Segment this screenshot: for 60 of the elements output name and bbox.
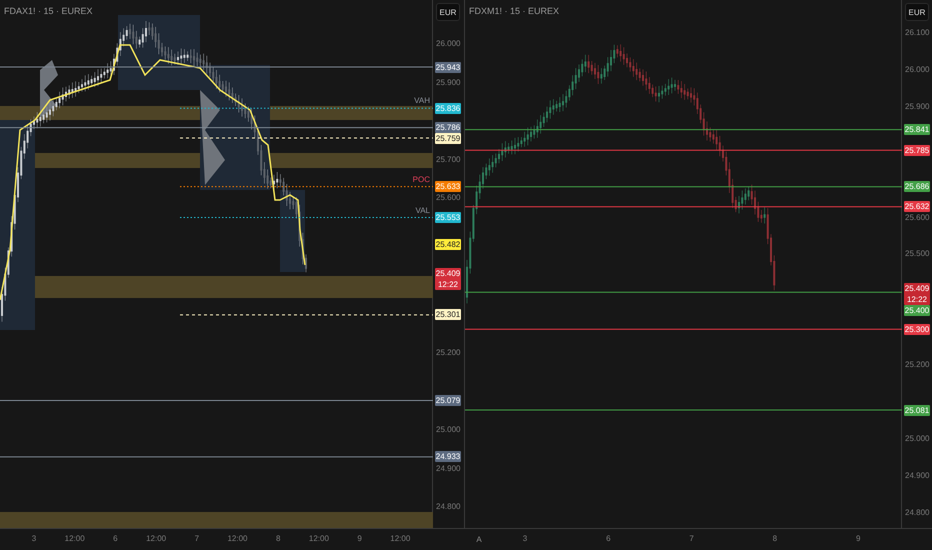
price-tag: 25.841 xyxy=(904,124,930,136)
time-tick: 12:00 xyxy=(145,534,168,543)
chart-title: FDAX1! · 15 · EUREX xyxy=(4,6,93,16)
price-tag: 25.633 xyxy=(435,181,461,192)
price-tick: 25.000 xyxy=(436,425,460,434)
price-tag: 25.482 xyxy=(435,239,461,250)
time-tick: 12:00 xyxy=(64,534,86,543)
time-tick: 7 xyxy=(688,534,695,543)
price-tick: 25.900 xyxy=(436,78,460,87)
price-tick: 26.000 xyxy=(905,64,930,74)
price-tick: 25.000 xyxy=(905,434,930,443)
price-tick: 25.900 xyxy=(905,102,930,111)
price-tag: 25.759 xyxy=(435,133,461,144)
price-tag: 25.409 12:22 xyxy=(435,268,461,290)
price-tag: 25.079 xyxy=(435,395,461,406)
price-tag: 25.943 xyxy=(435,62,461,72)
price-tick: 25.200 xyxy=(905,360,930,370)
level-label: VAH xyxy=(414,96,430,106)
currency-button[interactable]: EUR xyxy=(905,3,929,21)
time-tick: 12:00 xyxy=(308,534,330,543)
time-tick: 8 xyxy=(274,534,282,543)
price-tick: 24.800 xyxy=(436,502,460,512)
time-tick: 12:00 xyxy=(389,534,412,543)
level-label: POC xyxy=(412,174,430,184)
price-tick: 25.600 xyxy=(436,193,460,202)
chart-title: FDXM1! · 15 · EUREX xyxy=(469,6,560,16)
time-tick: 3 xyxy=(522,534,528,543)
price-tag: 25.081 xyxy=(904,404,930,416)
price-tick: 26.000 xyxy=(436,39,460,48)
time-tick: 6 xyxy=(605,534,612,543)
level-label: VAL xyxy=(415,206,430,215)
price-tick: 25.500 xyxy=(905,249,930,258)
time-tick: 9 xyxy=(356,534,363,543)
price-tick: 24.900 xyxy=(905,470,930,480)
price-tick: 24.800 xyxy=(905,508,930,517)
price-tag: 24.933 xyxy=(435,451,461,462)
time-tick: 8 xyxy=(772,534,778,543)
time-tick: 7 xyxy=(194,534,200,543)
price-tag: 25.400 xyxy=(904,305,930,316)
price-tag: 25.632 xyxy=(904,201,930,212)
currency-button[interactable]: EUR xyxy=(436,3,460,21)
price-tick: 25.200 xyxy=(436,348,460,357)
auto-scale-button[interactable]: A xyxy=(465,529,493,550)
price-tick: 24.900 xyxy=(436,464,460,473)
price-tag: 25.786 xyxy=(435,122,461,134)
price-tick: 26.100 xyxy=(905,28,930,37)
price-tick: 25.600 xyxy=(905,212,930,222)
price-tag: 25.300 xyxy=(904,324,930,335)
price-tag: 25.836 xyxy=(435,102,461,114)
time-tick: 9 xyxy=(854,534,862,543)
time-tick: 3 xyxy=(30,534,38,543)
price-tag: 25.409 12:22 xyxy=(904,283,930,306)
price-tick: 25.700 xyxy=(436,154,460,164)
price-tag: 25.553 xyxy=(435,212,461,224)
price-tag: 25.301 xyxy=(435,309,461,320)
time-tick: 6 xyxy=(112,534,119,543)
volume-histogram xyxy=(40,60,58,118)
price-tag: 25.686 xyxy=(904,181,930,192)
price-tag: 25.785 xyxy=(904,144,930,156)
time-tick: 12:00 xyxy=(226,534,249,543)
